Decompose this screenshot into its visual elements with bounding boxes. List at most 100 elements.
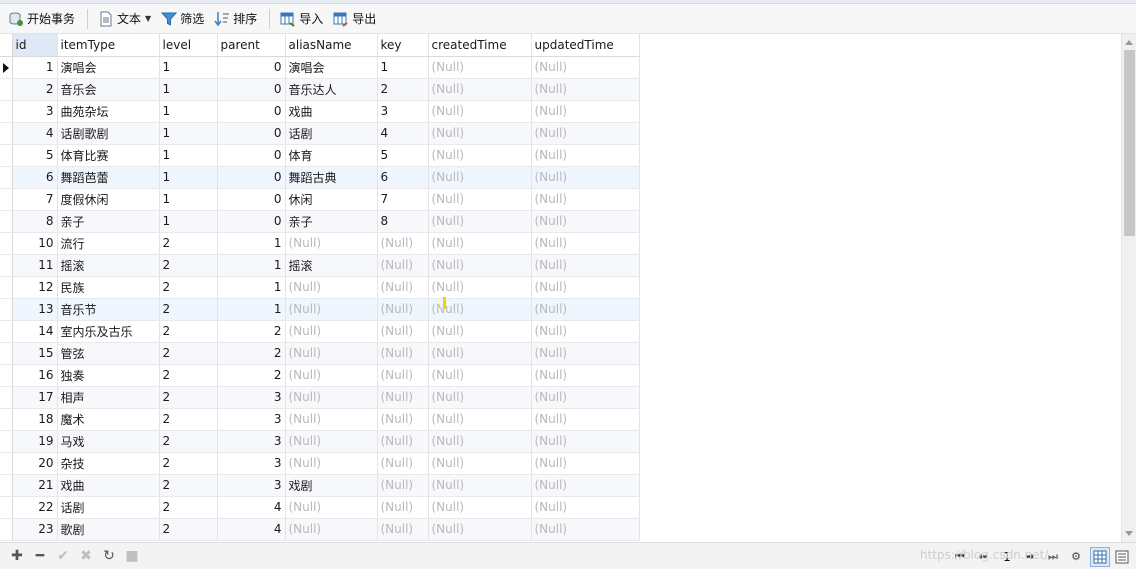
cell-itemtype[interactable]: 体育比赛	[57, 144, 160, 167]
cell-aliasname[interactable]: (Null)	[285, 298, 378, 321]
row-header[interactable]	[0, 474, 13, 497]
column-header-aliasname[interactable]: aliasName	[285, 34, 378, 57]
cell-updatedtime[interactable]: (Null)	[531, 364, 640, 387]
discard-changes-button[interactable]: ✖	[75, 547, 97, 565]
refresh-button[interactable]: ↻	[98, 547, 120, 565]
cell-id[interactable]: 16	[12, 364, 58, 387]
export-button[interactable]: 导出	[329, 7, 380, 31]
cell-id[interactable]: 14	[12, 320, 58, 343]
cell-itemtype[interactable]: 音乐节	[57, 298, 160, 321]
cell-createdtime[interactable]: (Null)	[428, 474, 532, 497]
cell-parent[interactable]: 0	[217, 188, 286, 211]
cell-key[interactable]: (Null)	[377, 452, 429, 475]
cell-itemtype[interactable]: 歌剧	[57, 518, 160, 541]
cell-parent[interactable]: 3	[217, 386, 286, 409]
cell-key[interactable]: (Null)	[377, 518, 429, 541]
cell-parent[interactable]: 3	[217, 474, 286, 497]
cell-updatedtime[interactable]: (Null)	[531, 430, 640, 453]
apply-changes-button[interactable]: ✔	[52, 547, 74, 565]
cell-key[interactable]: (Null)	[377, 254, 429, 277]
cell-itemtype[interactable]: 独奏	[57, 364, 160, 387]
filter-button[interactable]: 筛选	[157, 7, 208, 31]
table-row[interactable]: 22 话剧 2 4 (Null) (Null) (Null) (Null)	[0, 496, 640, 519]
cell-key[interactable]: (Null)	[377, 276, 429, 299]
cell-parent[interactable]: 1	[217, 254, 286, 277]
table-row[interactable]: 16 独奏 2 2 (Null) (Null) (Null) (Null)	[0, 364, 640, 387]
cell-parent[interactable]: 4	[217, 518, 286, 541]
cell-createdtime[interactable]: (Null)	[428, 210, 532, 233]
cell-updatedtime[interactable]: (Null)	[531, 386, 640, 409]
table-row[interactable]: 17 相声 2 3 (Null) (Null) (Null) (Null)	[0, 386, 640, 409]
stop-button[interactable]: ■	[121, 547, 143, 565]
cell-level[interactable]: 2	[159, 276, 218, 299]
cell-parent[interactable]: 0	[217, 166, 286, 189]
table-row[interactable]: 14 室内乐及古乐 2 2 (Null) (Null) (Null) (Null)	[0, 320, 640, 343]
cell-level[interactable]: 1	[159, 144, 218, 167]
previous-page-button[interactable]: ⬅	[972, 548, 994, 566]
cell-id[interactable]: 8	[12, 210, 58, 233]
grid-view-button[interactable]	[1090, 546, 1110, 567]
cell-updatedtime[interactable]: (Null)	[531, 166, 640, 189]
cell-updatedtime[interactable]: (Null)	[531, 452, 640, 475]
column-header-parent[interactable]: parent	[217, 34, 286, 57]
cell-id[interactable]: 17	[12, 386, 58, 409]
cell-updatedtime[interactable]: (Null)	[531, 518, 640, 541]
row-header[interactable]	[0, 166, 13, 189]
cell-createdtime[interactable]: (Null)	[428, 430, 532, 453]
cell-createdtime[interactable]: (Null)	[428, 254, 532, 277]
cell-key[interactable]: (Null)	[377, 386, 429, 409]
cell-aliasname[interactable]: 体育	[285, 144, 378, 167]
cell-key[interactable]: (Null)	[377, 474, 429, 497]
table-row[interactable]: 12 民族 2 1 (Null) (Null) (Null) (Null)	[0, 276, 640, 299]
cell-aliasname[interactable]: 舞蹈古典	[285, 166, 378, 189]
cell-itemtype[interactable]: 相声	[57, 386, 160, 409]
table-row[interactable]: 7 度假休闲 1 0 休闲 7 (Null) (Null)	[0, 188, 640, 211]
cell-aliasname[interactable]: (Null)	[285, 452, 378, 475]
cell-createdtime[interactable]: (Null)	[428, 320, 532, 343]
cell-id[interactable]: 21	[12, 474, 58, 497]
cell-parent[interactable]: 0	[217, 210, 286, 233]
cell-createdtime[interactable]: (Null)	[428, 78, 532, 101]
cell-id[interactable]: 11	[12, 254, 58, 277]
cell-level[interactable]: 2	[159, 496, 218, 519]
cell-id[interactable]: 22	[12, 496, 58, 519]
cell-parent[interactable]: 3	[217, 408, 286, 431]
table-row[interactable]: 19 马戏 2 3 (Null) (Null) (Null) (Null)	[0, 430, 640, 453]
cell-createdtime[interactable]: (Null)	[428, 496, 532, 519]
column-header-key[interactable]: key	[377, 34, 429, 57]
cell-updatedtime[interactable]: (Null)	[531, 298, 640, 321]
cell-createdtime[interactable]: (Null)	[428, 56, 532, 79]
last-page-button[interactable]: ⏭	[1042, 548, 1064, 566]
cell-level[interactable]: 2	[159, 474, 218, 497]
cell-level[interactable]: 2	[159, 452, 218, 475]
cell-key[interactable]: (Null)	[377, 320, 429, 343]
cell-createdtime[interactable]: (Null)	[428, 518, 532, 541]
add-record-button[interactable]: ✚	[6, 547, 28, 565]
cell-itemtype[interactable]: 话剧歌剧	[57, 122, 160, 145]
cell-aliasname[interactable]: (Null)	[285, 342, 378, 365]
cell-updatedtime[interactable]: (Null)	[531, 320, 640, 343]
cell-key[interactable]: (Null)	[377, 232, 429, 255]
cell-level[interactable]: 1	[159, 100, 218, 123]
row-header[interactable]	[0, 320, 13, 343]
cell-aliasname[interactable]: 话剧	[285, 122, 378, 145]
cell-itemtype[interactable]: 戏曲	[57, 474, 160, 497]
cell-itemtype[interactable]: 曲苑杂坛	[57, 100, 160, 123]
cell-aliasname[interactable]: (Null)	[285, 276, 378, 299]
cell-level[interactable]: 2	[159, 232, 218, 255]
cell-updatedtime[interactable]: (Null)	[531, 276, 640, 299]
cell-itemtype[interactable]: 摇滚	[57, 254, 160, 277]
cell-parent[interactable]: 0	[217, 56, 286, 79]
first-page-button[interactable]: ⏮	[949, 548, 971, 566]
cell-parent[interactable]: 0	[217, 122, 286, 145]
scroll-down-icon[interactable]	[1125, 531, 1133, 536]
begin-transaction-button[interactable]: 开始事务	[4, 7, 79, 31]
cell-createdtime[interactable]: (Null)	[428, 386, 532, 409]
column-header-updatedtime[interactable]: updatedTime	[531, 34, 640, 57]
cell-key[interactable]: 4	[377, 122, 429, 145]
cell-itemtype[interactable]: 民族	[57, 276, 160, 299]
table-row[interactable]: 21 戏曲 2 3 戏剧 (Null) (Null) (Null)	[0, 474, 640, 497]
table-row[interactable]: 13 音乐节 2 1 (Null) (Null) (Null) (Null)	[0, 298, 640, 321]
cell-updatedtime[interactable]: (Null)	[531, 188, 640, 211]
cell-itemtype[interactable]: 室内乐及古乐	[57, 320, 160, 343]
